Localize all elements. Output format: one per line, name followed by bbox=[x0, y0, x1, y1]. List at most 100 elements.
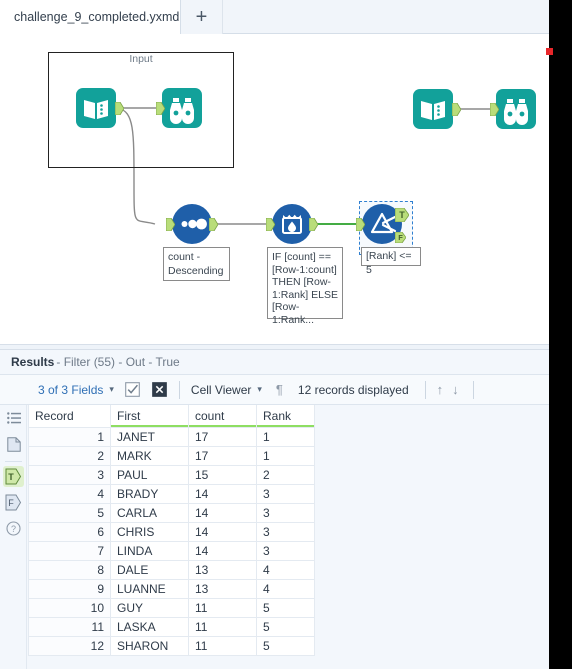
output-anchor-input-2[interactable] bbox=[452, 103, 461, 116]
filter-annotation[interactable]: [Rank] <= 5 bbox=[361, 247, 421, 276]
input-anchor-multirow[interactable] bbox=[266, 218, 275, 231]
table-cell[interactable]: 1 bbox=[28, 427, 111, 447]
table-cell[interactable]: 14 bbox=[188, 484, 257, 504]
input-anchor-sort[interactable] bbox=[166, 218, 175, 231]
table-row[interactable]: 4 BRADY 14 3 bbox=[28, 484, 315, 504]
table-cell[interactable]: 2 bbox=[256, 465, 315, 485]
table-cell[interactable]: 13 bbox=[188, 579, 257, 599]
table-row[interactable]: 7 LINDA 14 3 bbox=[28, 541, 315, 561]
table-cell[interactable]: 11 bbox=[188, 598, 257, 618]
false-output-anchor[interactable]: F bbox=[395, 232, 406, 243]
table-cell[interactable]: 3 bbox=[256, 522, 315, 542]
table-row[interactable]: 3 PAUL 15 2 bbox=[28, 465, 315, 485]
table-row[interactable]: 11 LASKA 11 5 bbox=[28, 617, 315, 637]
table-cell[interactable]: 5 bbox=[256, 636, 315, 656]
show-whitespace-button[interactable]: ¶ bbox=[276, 382, 283, 397]
table-row[interactable]: 6 CHRIS 14 3 bbox=[28, 522, 315, 542]
table-row[interactable]: 2 MARK 17 1 bbox=[28, 446, 315, 466]
table-cell[interactable]: 14 bbox=[188, 503, 257, 523]
profile-view-icon[interactable] bbox=[0, 431, 27, 457]
table-cell[interactable]: MARK bbox=[110, 446, 189, 466]
tool-sort[interactable] bbox=[172, 204, 212, 244]
table-cell[interactable]: 14 bbox=[188, 522, 257, 542]
table-cell[interactable]: 11 bbox=[188, 617, 257, 637]
table-cell[interactable]: 13 bbox=[188, 560, 257, 580]
table-cell[interactable]: 5 bbox=[256, 598, 315, 618]
input-anchor-filter[interactable] bbox=[356, 218, 365, 231]
table-cell[interactable]: PAUL bbox=[110, 465, 189, 485]
table-cell[interactable]: LINDA bbox=[110, 541, 189, 561]
true-output-anchor[interactable]: T bbox=[395, 208, 409, 222]
column-header-record[interactable]: Record bbox=[28, 405, 111, 428]
table-cell[interactable]: 5 bbox=[256, 617, 315, 637]
input-anchor-browse-2[interactable] bbox=[490, 103, 499, 116]
table-cell[interactable]: 17 bbox=[188, 427, 257, 447]
table-cell[interactable]: 14 bbox=[188, 541, 257, 561]
column-header-first[interactable]: First bbox=[110, 405, 189, 428]
table-cell[interactable]: CARLA bbox=[110, 503, 189, 523]
help-icon[interactable]: ? bbox=[0, 515, 27, 541]
tab-challenge-9-completed[interactable]: challenge_9_completed.yxmd ✕ bbox=[0, 0, 197, 34]
tool-browse-1[interactable] bbox=[162, 88, 202, 128]
true-anchor-icon[interactable]: T bbox=[2, 466, 24, 487]
table-cell[interactable]: 1 bbox=[256, 446, 315, 466]
table-row[interactable]: 8 DALE 13 4 bbox=[28, 560, 315, 580]
table-cell[interactable]: 2 bbox=[28, 446, 111, 466]
table-cell[interactable]: LASKA bbox=[110, 617, 189, 637]
new-tab-button[interactable]: + bbox=[181, 0, 223, 34]
table-cell[interactable]: 1 bbox=[256, 427, 315, 447]
column-header-rank[interactable]: Rank bbox=[256, 405, 315, 428]
table-cell[interactable]: 10 bbox=[28, 598, 111, 618]
table-cell[interactable]: 4 bbox=[256, 560, 315, 580]
table-cell[interactable]: LUANNE bbox=[110, 579, 189, 599]
table-cell[interactable]: DALE bbox=[110, 560, 189, 580]
table-cell[interactable]: 6 bbox=[28, 522, 111, 542]
table-cell[interactable]: 3 bbox=[28, 465, 111, 485]
multirow-annotation[interactable]: IF [count] == [Row-1:count] THEN [Row-1:… bbox=[267, 247, 343, 326]
table-cell[interactable]: 4 bbox=[256, 579, 315, 599]
table-cell[interactable]: 8 bbox=[28, 560, 111, 580]
column-header-count[interactable]: count bbox=[188, 405, 257, 428]
deselect-all-fields-button[interactable] bbox=[151, 381, 168, 398]
tool-browse-2[interactable] bbox=[496, 89, 536, 129]
table-cell[interactable]: 5 bbox=[28, 503, 111, 523]
table-cell[interactable]: 12 bbox=[28, 636, 111, 656]
tool-multi-row-formula[interactable] bbox=[272, 204, 312, 244]
table-cell[interactable]: 3 bbox=[256, 484, 315, 504]
table-cell[interactable]: BRADY bbox=[110, 484, 189, 504]
table-cell[interactable]: 3 bbox=[256, 541, 315, 561]
table-cell[interactable]: 3 bbox=[256, 503, 315, 523]
output-anchor-multirow[interactable] bbox=[309, 218, 318, 231]
table-row[interactable]: 12 SHARON 11 5 bbox=[28, 636, 315, 656]
select-all-fields-button[interactable] bbox=[124, 381, 141, 398]
table-cell[interactable]: JANET bbox=[110, 427, 189, 447]
workflow-canvas[interactable]: Input count - Descending IF [count] == [… bbox=[0, 34, 549, 344]
tool-input-data-2[interactable] bbox=[413, 89, 453, 129]
table-cell[interactable]: 15 bbox=[188, 465, 257, 485]
next-record-button[interactable]: ↓ bbox=[452, 382, 459, 397]
table-cell[interactable]: 11 bbox=[28, 617, 111, 637]
table-row[interactable]: 9 LUANNE 13 4 bbox=[28, 579, 315, 599]
table-cell[interactable]: 4 bbox=[28, 484, 111, 504]
sort-annotation[interactable]: count - Descending bbox=[163, 247, 230, 281]
table-cell[interactable]: CHRIS bbox=[110, 522, 189, 542]
table-cell[interactable]: 7 bbox=[28, 541, 111, 561]
output-anchor-input-1[interactable] bbox=[115, 102, 124, 115]
table-row[interactable]: 10 GUY 11 5 bbox=[28, 598, 315, 618]
table-cell[interactable]: SHARON bbox=[110, 636, 189, 656]
table-cell[interactable]: GUY bbox=[110, 598, 189, 618]
previous-record-button[interactable]: ↑ bbox=[437, 382, 444, 397]
fields-selector[interactable]: 3 of 3 Fields ▾ bbox=[38, 383, 114, 397]
false-anchor-icon[interactable]: F bbox=[0, 489, 27, 515]
table-row[interactable]: 1 JANET 17 1 bbox=[28, 427, 315, 447]
results-grid-container[interactable]: Record First count Rank 1 JANET 17 1 2 MARK 17… bbox=[28, 405, 549, 669]
input-anchor-browse-1[interactable] bbox=[156, 102, 165, 115]
table-cell[interactable]: 9 bbox=[28, 579, 111, 599]
table-cell[interactable]: 17 bbox=[188, 446, 257, 466]
cell-viewer-selector[interactable]: Cell Viewer ▾ bbox=[191, 383, 262, 397]
table-row[interactable]: 5 CARLA 14 3 bbox=[28, 503, 315, 523]
list-view-icon[interactable] bbox=[0, 405, 27, 431]
tool-input-data-1[interactable] bbox=[76, 88, 116, 128]
output-anchor-sort[interactable] bbox=[209, 218, 218, 231]
table-cell[interactable]: 11 bbox=[188, 636, 257, 656]
